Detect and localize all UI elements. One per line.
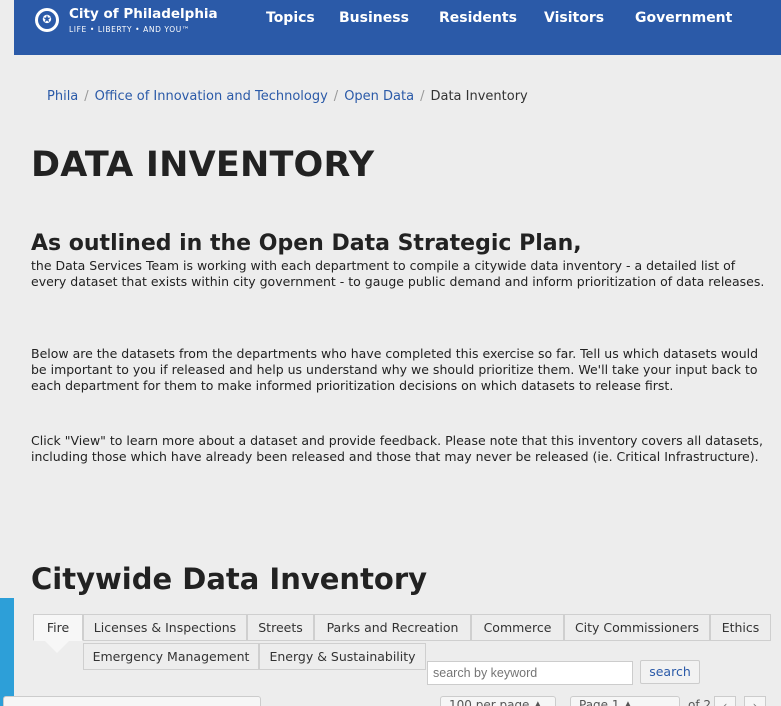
- tab-emergency-management[interactable]: Emergency Management: [83, 643, 259, 670]
- brand-title[interactable]: City of Philadelphia: [69, 6, 218, 22]
- nav-business[interactable]: Business: [339, 10, 409, 26]
- breadcrumb-separator: /: [84, 89, 89, 104]
- section-title: Citywide Data Inventory: [31, 562, 428, 596]
- page-title: DATA INVENTORY: [31, 145, 375, 185]
- tab-city-commissioners[interactable]: City Commissioners: [564, 614, 710, 641]
- search-button[interactable]: search: [640, 660, 700, 684]
- tab-licenses-inspections[interactable]: Licenses & Inspections: [83, 614, 247, 641]
- tab-streets[interactable]: Streets: [247, 614, 314, 641]
- page-select[interactable]: Page 1 ▲: [570, 696, 680, 706]
- brand-tagline: LIFE • LIBERTY • AND YOU™: [69, 25, 190, 34]
- site-header: ✪ City of Philadelphia LIFE • LIBERTY • …: [14, 0, 781, 55]
- prev-page-button[interactable]: ‹: [714, 696, 736, 706]
- intro-paragraph: the Data Services Team is working with e…: [31, 258, 765, 289]
- tab-parks-recreation[interactable]: Parks and Recreation: [314, 614, 471, 641]
- tab-energy-sustainability[interactable]: Energy & Sustainability: [259, 643, 426, 670]
- breadcrumb-separator: /: [420, 89, 425, 104]
- nav-topics[interactable]: Topics: [266, 10, 315, 26]
- nav-government[interactable]: Government: [635, 10, 732, 26]
- breadcrumb-phila[interactable]: Phila: [47, 89, 78, 104]
- per-page-select[interactable]: 100 per page ▲: [440, 696, 556, 706]
- view-note-paragraph: Click "View" to learn more about a datas…: [31, 433, 763, 464]
- tab-ethics[interactable]: Ethics: [710, 614, 771, 641]
- per-page-value: 100 per page: [449, 698, 530, 706]
- search-input[interactable]: [427, 661, 633, 685]
- breadcrumb-open-data[interactable]: Open Data: [344, 89, 414, 104]
- intro-heading: As outlined in the Open Data Strategic P…: [31, 231, 582, 256]
- page-value: Page 1: [579, 698, 620, 706]
- next-page-button[interactable]: ›: [744, 696, 766, 706]
- nav-residents[interactable]: Residents: [439, 10, 517, 26]
- results-info: [3, 696, 261, 706]
- breadcrumb-current: Data Inventory: [430, 89, 528, 104]
- breadcrumb: Phila / Office of Innovation and Technolog…: [47, 89, 528, 104]
- tab-fire[interactable]: Fire: [33, 614, 83, 641]
- breadcrumb-oit[interactable]: Office of Innovation and Technology: [95, 89, 328, 104]
- city-seal-icon[interactable]: ✪: [35, 8, 59, 32]
- nav-visitors[interactable]: Visitors: [544, 10, 604, 26]
- tab-commerce[interactable]: Commerce: [471, 614, 564, 641]
- accent-strip: [0, 598, 14, 706]
- page-count: of 2: [688, 698, 712, 706]
- breadcrumb-separator: /: [333, 89, 339, 104]
- instructions-paragraph: Below are the datasets from the departme…: [31, 346, 759, 393]
- active-tab-pointer: [45, 641, 69, 653]
